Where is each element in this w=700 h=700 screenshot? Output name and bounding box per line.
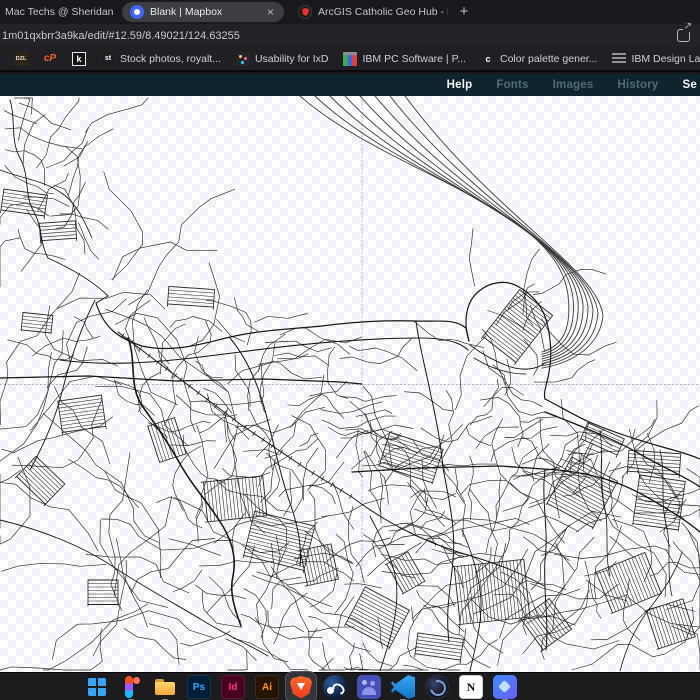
mapbox-studio-toolbar: Help Fonts Images History Se [0,74,700,96]
k-favicon: k [72,51,86,66]
toolbar-history[interactable]: History [618,79,659,91]
taskbar-photoshop[interactable]: Ps [187,675,211,699]
vscode-icon [391,675,415,699]
indesign-icon: Id [221,675,245,699]
address-url[interactable]: 1m01qxbrr3a9ka/edit/#12.59/8.49021/124.6… [0,30,677,42]
map-canvas[interactable] [0,96,700,672]
bookmark-label: Usability for IxD [254,52,329,65]
taskbar-vscode[interactable] [391,675,415,700]
bookmark-label: IBM Design Langua... [631,52,700,65]
dzl-favicon: DZL [14,51,28,66]
taskbar-illustrator[interactable]: Ai [255,675,279,699]
tab-arcgis-geo-hub[interactable]: ArcGIS Catholic Geo Hub - Brave Sea [294,0,452,24]
steam-icon [323,675,347,699]
bookmark-label: Color palette gener... [499,52,598,65]
taskbar-indesign[interactable]: Id [221,675,245,699]
tab-title: Blank | Mapbox [150,6,223,18]
photos-icon [493,675,517,699]
desktop: Mac Techs @ Sheridan :: Laser Fi Blank |… [0,0,700,700]
brave-icon [289,675,313,699]
taskbar: Ps Id Ai N [0,672,700,700]
bookmark-ibm-design[interactable]: IBM Design Langua... [612,52,700,65]
teams-icon [357,675,381,699]
figma-icon [119,675,143,699]
cinema4d-icon [425,675,449,699]
ibm-bars-favicon [612,53,627,65]
photoshop-icon: Ps [187,675,211,699]
taskbar-teams[interactable] [357,675,381,699]
bookmarks-bar: DZL cP k st Stock photos, royalt... Usabi… [0,47,700,72]
taskbar-figma[interactable] [119,675,143,700]
taskbar-cinema4d[interactable] [425,675,449,699]
taskbar-steam[interactable] [323,675,347,699]
bookmark-k[interactable]: k [72,51,86,66]
taskbar-notion[interactable]: N [459,675,483,699]
cp-favicon: cP [43,52,57,64]
toolbar-images[interactable]: Images [553,79,594,91]
tab-blank-mapbox[interactable]: Blank | Mapbox × [122,2,284,22]
bookmark-stock-photos[interactable]: st Stock photos, royalt... [101,51,221,66]
close-icon[interactable]: × [265,5,276,19]
bookmark-dzl[interactable]: DZL [14,51,28,66]
notion-icon: N [459,675,483,699]
toolbar-settings-clipped[interactable]: Se [683,79,697,91]
sparkle-favicon [235,51,250,66]
address-bar: 1m01qxbrr3a9ka/edit/#12.59/8.49021/124.6… [0,22,700,47]
start-button[interactable] [85,675,109,699]
share-arrow-glyph: ↗ [682,21,693,32]
coolors-favicon: c [480,51,495,66]
illustrator-icon: Ai [255,675,279,699]
bookmark-label: IBM PC Software | P... [362,52,466,65]
taskbar-brave-active[interactable] [289,675,313,699]
bookmark-label: Stock photos, royalt... [120,52,221,65]
share-icon[interactable]: ↗ [677,22,693,42]
folder-icon [153,675,177,699]
shutterstock-favicon: st [101,51,115,66]
pixel-computer-favicon [343,51,358,66]
bookmark-ibm-pc-software[interactable]: IBM PC Software | P... [343,51,466,66]
taskbar-icon-strip: Ps Id Ai N [85,675,517,700]
tab-mac-techs[interactable]: Mac Techs @ Sheridan :: Laser Fi [0,0,116,24]
browser-tab-strip: Mac Techs @ Sheridan :: Laser Fi Blank |… [0,0,700,24]
taskbar-photos[interactable] [493,675,517,700]
mapbox-favicon [130,5,144,19]
bookmark-usability-ixd[interactable]: Usability for IxD [235,51,329,66]
toolbar-help[interactable]: Help [447,79,473,91]
windows-start-icon [88,678,106,696]
tab-title: Mac Techs @ Sheridan :: Laser Fi [5,6,116,18]
bookmark-cp[interactable]: cP [43,52,57,66]
new-tab-button[interactable]: + [454,2,474,22]
taskbar-file-explorer[interactable] [153,675,177,700]
brave-search-favicon [298,5,312,19]
tab-title: ArcGIS Catholic Geo Hub - Brave Sea [318,6,448,18]
bookmark-color-palette[interactable]: c Color palette gener... [480,51,598,66]
toolbar-fonts[interactable]: Fonts [496,79,528,91]
road-network-svg [0,96,700,672]
